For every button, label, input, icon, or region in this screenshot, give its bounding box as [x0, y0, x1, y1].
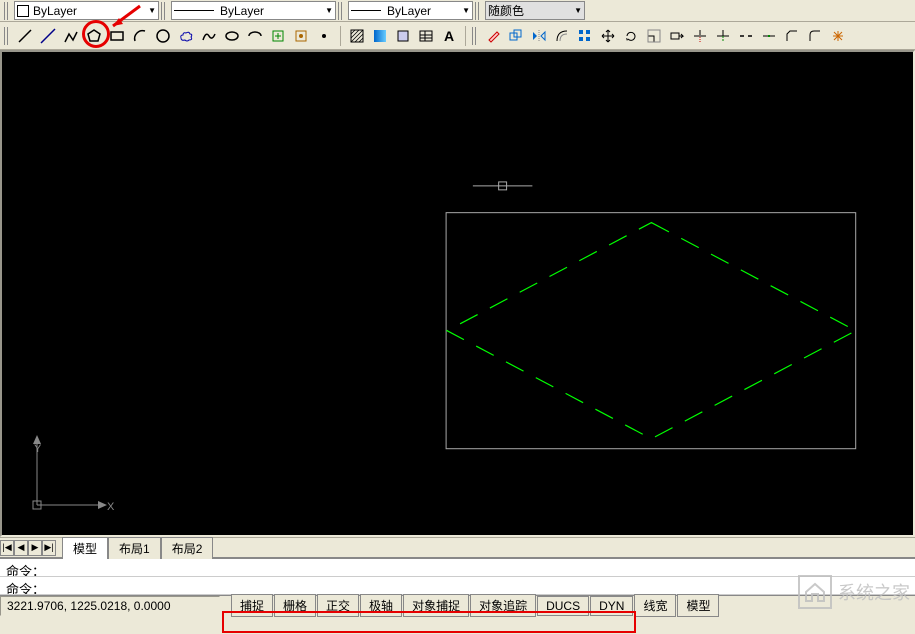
tab-nav-last[interactable]: ▶| — [42, 540, 56, 556]
extend-button[interactable] — [713, 26, 733, 46]
fillet-button[interactable] — [805, 26, 825, 46]
chevron-down-icon: ▼ — [574, 6, 582, 15]
erase-button[interactable] — [483, 26, 503, 46]
arc-button[interactable] — [130, 26, 150, 46]
ellipse-button[interactable] — [222, 26, 242, 46]
line-button[interactable] — [15, 26, 35, 46]
polar-toggle[interactable]: 极轴 — [360, 594, 402, 617]
status-bar: 3221.9706, 1225.0218, 0.0000 捕捉 栅格 正交 极轴… — [0, 595, 915, 615]
toolbar-grip[interactable] — [338, 2, 344, 20]
toolbar-grip[interactable] — [472, 27, 478, 45]
rectangle-button[interactable] — [107, 26, 127, 46]
tab-model[interactable]: 模型 — [62, 537, 108, 559]
spline-button[interactable] — [199, 26, 219, 46]
lineweight-sample-icon — [351, 10, 381, 11]
offset-button[interactable] — [552, 26, 572, 46]
join-button[interactable] — [759, 26, 779, 46]
watermark-text: 系统之家 — [838, 579, 910, 605]
polygon-button[interactable] — [84, 26, 104, 46]
otrack-toggle[interactable]: 对象追踪 — [470, 594, 536, 617]
explode-button[interactable] — [828, 26, 848, 46]
snap-toggle[interactable]: 捕捉 — [231, 594, 273, 617]
xline-button[interactable] — [38, 26, 58, 46]
lineweight-label: ByLayer — [387, 4, 431, 18]
copy-button[interactable] — [506, 26, 526, 46]
tab-layout2[interactable]: 布局2 — [161, 537, 214, 559]
coordinate-display[interactable]: 3221.9706, 1225.0218, 0.0000 — [0, 596, 220, 616]
layer-swatch-icon — [17, 5, 29, 17]
stretch-button[interactable] — [667, 26, 687, 46]
array-button[interactable] — [575, 26, 595, 46]
revcloud-button[interactable] — [176, 26, 196, 46]
rotate-button[interactable] — [621, 26, 641, 46]
layer-dropdown[interactable]: ByLayer ▼ — [14, 1, 159, 20]
command-area: 命令： 命令： — [0, 557, 915, 595]
property-bar: ByLayer ▼ ByLayer ▼ ByLayer ▼ 随颜色 ▼ — [0, 0, 915, 22]
point-button[interactable] — [314, 26, 334, 46]
scale-button[interactable] — [644, 26, 664, 46]
chamfer-button[interactable] — [782, 26, 802, 46]
chevron-down-icon: ▼ — [462, 6, 470, 15]
toolbar-grip[interactable] — [161, 2, 167, 20]
trim-button[interactable] — [690, 26, 710, 46]
canvas-svg — [2, 52, 913, 535]
pline-button[interactable] — [61, 26, 81, 46]
layout-tabs-bar: |◀ ◀ ▶ ▶| 模型 布局1 布局2 — [0, 537, 915, 557]
text-button[interactable]: A — [439, 26, 459, 46]
dyn-toggle[interactable]: DYN — [590, 596, 633, 616]
grid-toggle[interactable]: 栅格 — [274, 594, 316, 617]
circle-button[interactable] — [153, 26, 173, 46]
gradient-button[interactable] — [370, 26, 390, 46]
tab-nav-first[interactable]: |◀ — [0, 540, 14, 556]
layer-label: ByLayer — [33, 4, 77, 18]
command-input-line[interactable]: 命令： — [0, 577, 915, 595]
region-button[interactable] — [393, 26, 413, 46]
linetype-sample-icon — [174, 10, 214, 11]
draw-toolbar: A — [0, 22, 915, 50]
watermark-logo-icon — [798, 575, 832, 609]
separator — [465, 26, 466, 46]
chevron-down-icon: ▼ — [148, 6, 156, 15]
ucs-y-label: Y — [34, 443, 41, 455]
toolbar-grip[interactable] — [475, 2, 481, 20]
insert-block-button[interactable] — [268, 26, 288, 46]
separator — [340, 26, 341, 46]
break-button[interactable] — [736, 26, 756, 46]
hatch-button[interactable] — [347, 26, 367, 46]
table-button[interactable] — [416, 26, 436, 46]
tab-nav-next[interactable]: ▶ — [28, 540, 42, 556]
tab-layout1[interactable]: 布局1 — [108, 537, 161, 559]
plot-style-dropdown[interactable]: 随颜色 ▼ — [485, 1, 585, 20]
ducs-toggle[interactable]: DUCS — [537, 596, 589, 616]
move-button[interactable] — [598, 26, 618, 46]
ucs-x-label: X — [107, 501, 114, 513]
model-toggle[interactable]: 模型 — [677, 594, 719, 617]
toolbar-grip[interactable] — [4, 2, 10, 20]
command-history-line: 命令： — [0, 559, 915, 577]
tab-nav-prev[interactable]: ◀ — [14, 540, 28, 556]
toolbar-grip[interactable] — [4, 27, 10, 45]
watermark: 系统之家 — [798, 575, 910, 609]
linetype-label: ByLayer — [220, 4, 264, 18]
osnap-toggle[interactable]: 对象捕捉 — [403, 594, 469, 617]
mirror-button[interactable] — [529, 26, 549, 46]
drawing-canvas[interactable]: Y X — [0, 50, 915, 537]
ellipse-arc-button[interactable] — [245, 26, 265, 46]
ortho-toggle[interactable]: 正交 — [317, 594, 359, 617]
lineweight-dropdown[interactable]: ByLayer ▼ — [348, 1, 473, 20]
lwt-toggle[interactable]: 线宽 — [634, 594, 676, 617]
linetype-dropdown[interactable]: ByLayer ▼ — [171, 1, 336, 20]
chevron-down-icon: ▼ — [325, 6, 333, 15]
plot-style-label: 随颜色 — [488, 2, 524, 19]
make-block-button[interactable] — [291, 26, 311, 46]
